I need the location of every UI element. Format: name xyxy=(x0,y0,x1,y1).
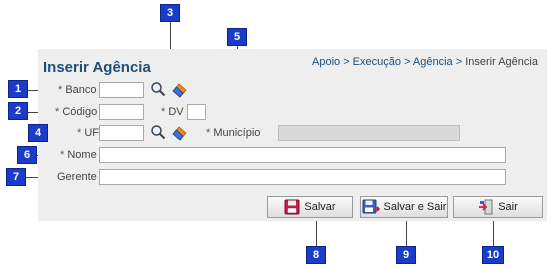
uf-label: * UF xyxy=(77,127,99,139)
callout-badge-7: 7 xyxy=(6,168,26,186)
callout-line-8 xyxy=(316,218,317,246)
callout-badge-10: 10 xyxy=(482,246,504,264)
search-icon[interactable] xyxy=(150,81,166,97)
dv-input[interactable] xyxy=(187,104,206,120)
callout-badge-1: 1 xyxy=(8,80,28,98)
search-icon[interactable] xyxy=(150,124,166,140)
nome-label-text: Nome xyxy=(67,149,97,161)
required-mark: * xyxy=(60,149,65,161)
callout-badge-9: 9 xyxy=(396,246,416,264)
floppy-disk-exit-icon xyxy=(362,199,380,214)
gerente-input[interactable] xyxy=(99,169,506,185)
required-mark: * xyxy=(55,106,60,118)
callout-badge-2: 2 xyxy=(8,102,28,120)
dv-label: * DV xyxy=(161,106,184,118)
banco-input[interactable] xyxy=(99,82,144,98)
page-title: Inserir Agência xyxy=(43,59,151,76)
codigo-input[interactable] xyxy=(99,104,144,120)
exit-button[interactable]: Sair xyxy=(453,196,543,218)
uf-input[interactable] xyxy=(99,125,144,141)
eraser-icon[interactable] xyxy=(171,125,187,141)
callout-badge-5: 5 xyxy=(227,28,247,46)
required-mark: * xyxy=(161,106,166,118)
municipio-input xyxy=(278,125,460,141)
eraser-icon[interactable] xyxy=(171,82,187,98)
required-mark: * xyxy=(206,127,211,139)
banco-label-text: Banco xyxy=(65,84,97,96)
municipio-label-text: Município xyxy=(213,127,261,139)
required-mark: * xyxy=(58,84,63,96)
callout-badge-4: 4 xyxy=(28,124,48,142)
callout-badge-6: 6 xyxy=(17,146,37,164)
dv-label-text: DV xyxy=(168,106,184,118)
banco-label: * Banco xyxy=(58,84,97,96)
nome-input[interactable] xyxy=(99,147,506,163)
callout-badge-8: 8 xyxy=(306,246,326,264)
gerente-label: Gerente xyxy=(57,171,97,183)
breadcrumb: Apoio > Execução > Agência > Inserir Agê… xyxy=(312,56,538,68)
floppy-disk-icon xyxy=(284,199,300,215)
exit-door-icon xyxy=(479,199,493,215)
callout-line-10 xyxy=(493,218,494,246)
codigo-label: * Código xyxy=(55,106,97,118)
callout-badge-3: 3 xyxy=(160,4,180,22)
save-button[interactable]: Salvar xyxy=(267,196,353,218)
callout-line-9 xyxy=(406,218,407,246)
breadcrumb-path[interactable]: Apoio > Execução > Agência > xyxy=(312,56,465,68)
nome-label: * Nome xyxy=(60,149,97,161)
municipio-label: * Município xyxy=(206,127,260,139)
save-and-exit-button-label: Salvar e Sair xyxy=(383,201,447,213)
required-mark: * xyxy=(77,127,82,139)
gerente-label-text: Gerente xyxy=(57,171,97,183)
save-button-label: Salvar xyxy=(304,201,336,213)
breadcrumb-current: Inserir Agência xyxy=(465,56,538,68)
codigo-label-text: Código xyxy=(62,106,98,118)
exit-button-label: Sair xyxy=(498,201,518,213)
uf-label-text: UF xyxy=(84,127,100,139)
save-and-exit-button[interactable]: Salvar e Sair xyxy=(360,196,448,218)
